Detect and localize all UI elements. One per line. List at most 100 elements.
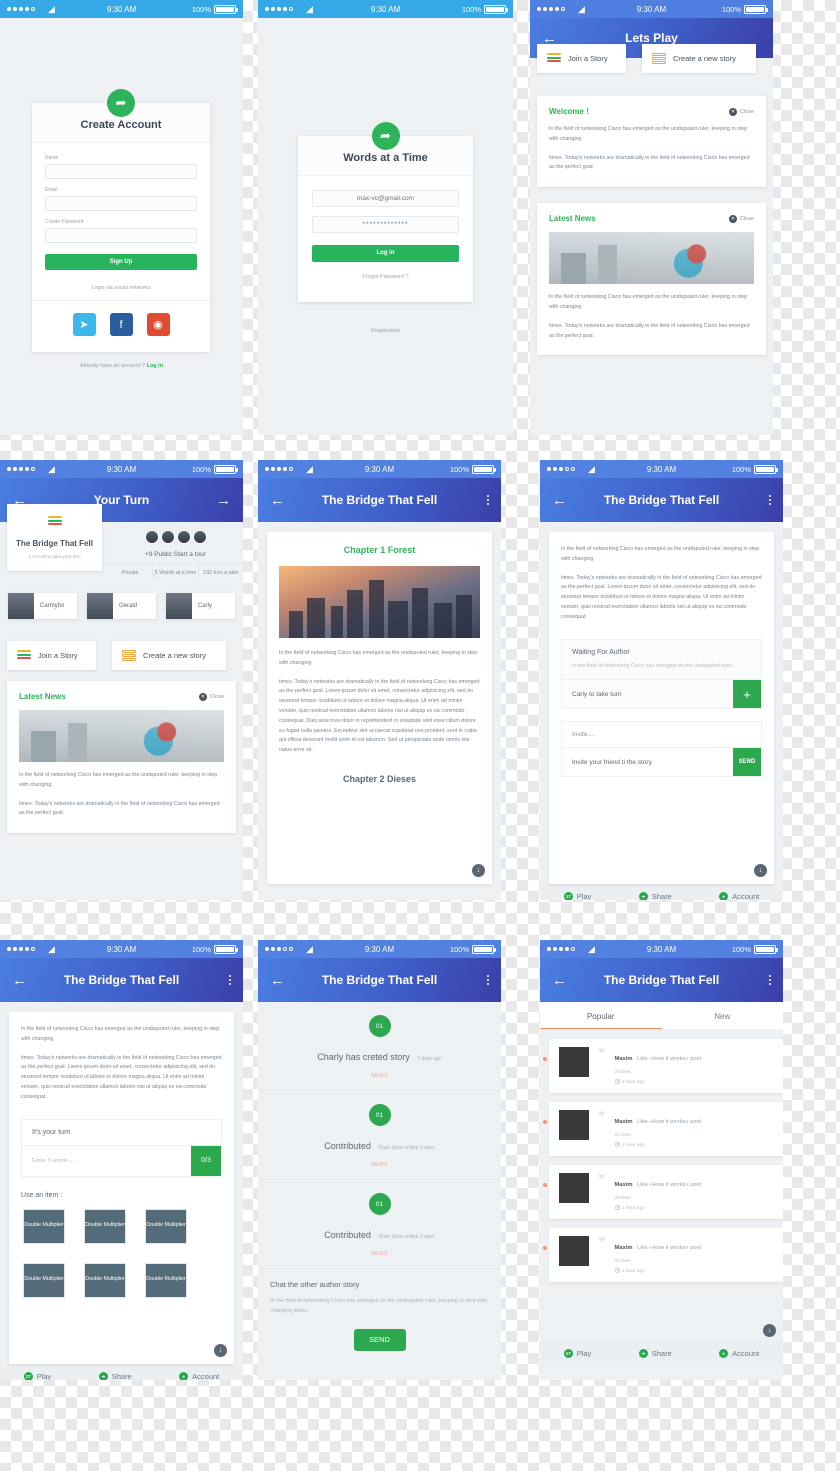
battery-icon [472, 944, 496, 954]
battery-icon [472, 464, 496, 474]
tab-play[interactable]: 17 Play [23, 1372, 51, 1380]
feed-item[interactable]: ❤ Maxim Like «How it works» post 23 like… [549, 1102, 783, 1156]
join-story-button[interactable]: Join a Story [537, 44, 626, 73]
tab-account[interactable]: ● Account [719, 892, 759, 900]
facebook-button[interactable]: f [109, 313, 133, 336]
tab-play[interactable]: 17 Play [563, 892, 591, 900]
close-news-button[interactable]: ✕ Close [728, 214, 754, 223]
player-name: Gerald [119, 603, 138, 609]
tab-share[interactable]: ➜ Share [638, 1349, 672, 1358]
scroll-down-button[interactable]: ↓ [472, 864, 485, 877]
email-input[interactable] [45, 196, 197, 211]
tab-account[interactable]: ● Account [179, 1372, 219, 1380]
timeline-item[interactable]: 01 Contributed Onec Upon a time 3 days N… [258, 1180, 501, 1269]
feed-item[interactable]: ❤ Maxim Like «How it works» post 23 like… [549, 1228, 783, 1282]
player-item[interactable]: Carmyho [8, 593, 77, 619]
chat-text[interactable]: In the field of networking Cisco has eme… [270, 1296, 489, 1317]
timeline-title: Contributed [324, 1141, 371, 1151]
stack-icon [547, 53, 561, 64]
add-author-button[interactable]: + [733, 680, 761, 709]
more-vertical-icon[interactable] [487, 975, 489, 985]
signup-card: ➦ Create Account Name Email Create Passw… [32, 89, 210, 352]
arrow-left-icon[interactable]: ← [12, 973, 27, 988]
item-label: Double Multiplier [85, 1222, 125, 1229]
login-button[interactable]: Log in [312, 245, 459, 262]
latest-news-title: Latest News [549, 214, 596, 224]
name-input[interactable] [45, 164, 197, 179]
battery-icon [214, 944, 238, 954]
feed-item[interactable]: ❤ Maxim Like «How it works» post 23 like… [549, 1165, 783, 1219]
your-turn-block: It's your turn Enter 3 words ,.. 0/3 [21, 1118, 222, 1177]
item-double-multiplier[interactable]: Double Multiplier [23, 1208, 65, 1244]
status-bar: ◢ 9:30 AM 100% [540, 460, 783, 478]
arrow-left-icon[interactable]: ← [552, 493, 567, 508]
create-story-button[interactable]: Create a new story [112, 641, 226, 670]
arrow-left-icon[interactable]: ← [542, 31, 557, 46]
item-label: Double Multiplier [24, 1222, 64, 1229]
forgot-password-link[interactable]: Forgot Password ? [298, 262, 473, 302]
more-vertical-icon[interactable] [769, 975, 771, 985]
timeline-item[interactable]: 01 Contributed Onec Upon a time 3 days N… [258, 1091, 501, 1180]
feed-user: Maxim [614, 1056, 633, 1062]
feed-likes: 23 likes [614, 1133, 631, 1138]
avatar [160, 530, 175, 544]
scroll-down-button[interactable]: ↓ [214, 1344, 227, 1357]
password-input[interactable] [45, 228, 197, 243]
join-story-button[interactable]: Join a Story [7, 641, 96, 670]
player-item[interactable]: Gerald [87, 593, 156, 619]
feed-item[interactable]: ❤ Maxim Like «How it works» post 23 like… [549, 1039, 783, 1093]
close-news-button[interactable]: ✕ Close [198, 692, 224, 701]
twitter-button[interactable]: ➤ [72, 313, 96, 336]
status-bar: ◢ 9:30 AM 100% [0, 460, 243, 478]
arrow-left-icon[interactable]: ← [270, 973, 285, 988]
invite-block: Invite.... Invite your friend ti the sto… [561, 721, 762, 778]
item-double-multiplier[interactable]: Double Multiplier [84, 1262, 126, 1298]
page-title: The Bridge That Fell [603, 973, 720, 987]
item-double-multiplier[interactable]: Double Multiplier [145, 1208, 187, 1244]
words-input[interactable]: Enter 3 words ,.. [22, 1158, 191, 1164]
arrow-left-icon[interactable]: ← [270, 493, 285, 508]
send-invite-button[interactable]: SEND [733, 748, 761, 777]
feed-time: 🕑 1 hour ago [614, 1080, 645, 1085]
arrow-right-icon[interactable]: → [216, 493, 231, 508]
login-link[interactable]: Log in [147, 363, 164, 369]
screen-signup: ◢ 9:30 AM 100% ➦ Create Account Name Ema… [0, 0, 243, 435]
chapter-card: Chapter 1 Forest In the field of network… [267, 532, 492, 884]
tab-share[interactable]: ➜ Share [98, 1372, 132, 1380]
tab-share[interactable]: ➜ Share [638, 892, 672, 900]
scroll-down-button[interactable]: ↓ [754, 864, 767, 877]
tab-account[interactable]: ● Account [719, 1349, 759, 1358]
tab-new[interactable]: New [662, 1002, 784, 1029]
timeline-item[interactable]: 01 Charly has creted story 7 days ago NE… [258, 1002, 501, 1091]
tab-popular[interactable]: Popular [540, 1002, 662, 1029]
item-double-multiplier[interactable]: Double Multiplier [145, 1262, 187, 1298]
word-counter-button[interactable]: 0/3 [191, 1145, 221, 1176]
chat-send-button[interactable]: SEND [353, 1328, 406, 1351]
post-thumbnail [559, 1047, 589, 1077]
email-input[interactable]: max-vc@gmail.com [312, 190, 459, 207]
screen-your-turn: ◢ 9:30 AM 100% ← Your Turn → The Bridge … [0, 460, 243, 900]
signup-button[interactable]: Sign Up [45, 254, 197, 270]
password-input[interactable]: ************* [312, 216, 459, 233]
play-badge: 17 [23, 1372, 33, 1380]
scroll-down-button[interactable]: ↓ [763, 1324, 776, 1337]
item-double-multiplier[interactable]: Double Multiplier [84, 1208, 126, 1244]
item-double-multiplier[interactable]: Double Multiplier [23, 1262, 65, 1298]
screen-login: ◢ 9:30 AM 100% ➦ Words at a Time max-vc@… [258, 0, 513, 435]
tab-play[interactable]: 17 Play [563, 1349, 591, 1358]
field-name: Name [45, 155, 197, 179]
more-vertical-icon[interactable] [487, 495, 489, 505]
unread-dot-icon [543, 1057, 547, 1061]
create-story-button[interactable]: Create a new story [642, 44, 756, 73]
more-vertical-icon[interactable] [229, 975, 231, 985]
arrow-left-icon[interactable]: ← [552, 973, 567, 988]
dribbble-button[interactable]: ◉ [146, 313, 170, 336]
latest-news-card: Latest News ✕ Close In the field of netw… [537, 203, 766, 356]
player-item[interactable]: Carly [166, 593, 235, 619]
tab-label: Account [732, 1349, 760, 1358]
story-summary-card[interactable]: The Bridge That Fell 2 Hr Left to take y… [7, 504, 102, 571]
welcome-paragraph-1: In the field of networking Cisco has eme… [549, 126, 748, 142]
more-vertical-icon[interactable] [769, 495, 771, 505]
close-welcome-button[interactable]: ✕ Close [728, 107, 754, 116]
registration-link[interactable]: Registration [258, 328, 513, 334]
